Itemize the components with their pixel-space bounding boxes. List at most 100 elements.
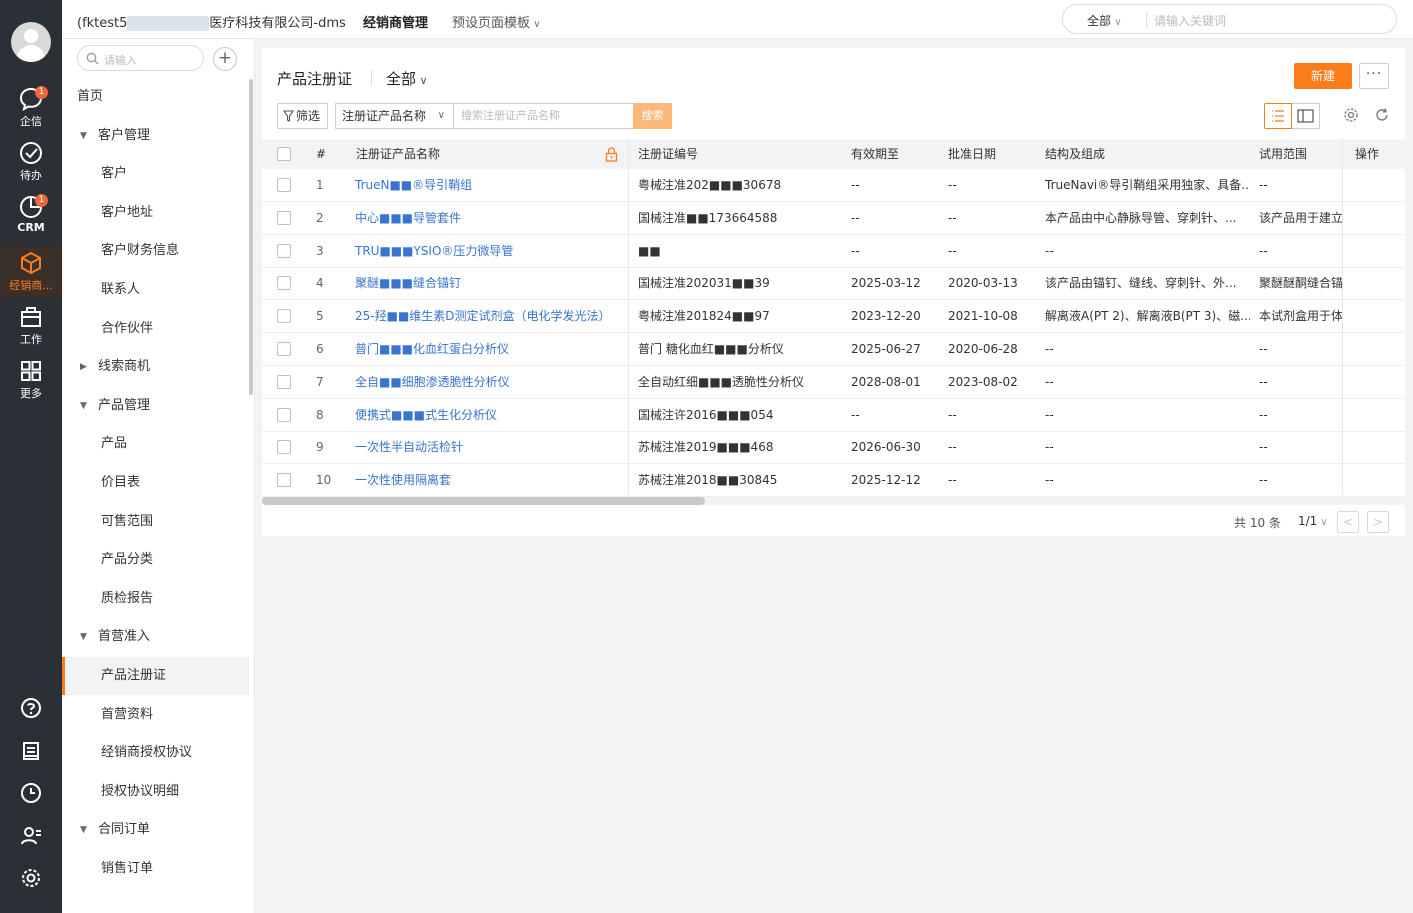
row-checkbox[interactable] [277,276,291,291]
search-input[interactable]: 搜索注册证产品名称 [453,103,634,129]
pager-prev-button[interactable]: < [1337,511,1359,533]
table-row[interactable]: 10 一次性使用隔离套 苏械注准2018■■30845 2025-12-12 -- -- -… [262,464,1405,498]
report-icon[interactable] [0,740,62,765]
row-checkbox[interactable] [277,473,291,488]
nav-page-template[interactable]: 预设页面模板 ∨ [452,12,541,31]
cell-scope: 该产品用于建立... [1259,210,1342,225]
cell-name[interactable]: 聚醚■■■缝合锚钉 [355,267,623,299]
search-scope-select[interactable]: 全部 ∨ [1087,12,1122,29]
table-row[interactable]: 8 便携式■■■式生化分析仪 国械注许2016■■■054 -- -- -- -- [262,399,1405,432]
add-menu-button[interactable]: + [213,47,237,71]
sidebar-item[interactable]: 产品注册证 [62,657,249,695]
horizontal-scrollbar[interactable] [262,497,705,505]
sidebar-item[interactable]: 销售订单 [62,850,249,888]
sidebar-scrollbar[interactable] [249,79,253,395]
column-header-name[interactable]: 注册证产品名称 [356,139,440,169]
column-header-structure[interactable]: 结构及组成 [1045,139,1105,169]
filter-button[interactable]: 筛选 [277,103,328,129]
settings-icon[interactable] [0,867,62,892]
column-header-code[interactable]: 注册证编号 [638,139,698,169]
cell-name[interactable]: 全自■■细胞渗透脆性分析仪 [355,366,623,398]
sidebar-item[interactable]: 首营资料 [62,696,249,734]
cell-name[interactable]: 一次性半自动活检针 [355,431,623,463]
table-row[interactable]: 6 普门■■■化血红蛋白分析仪 普门 糖化血红■■■分析仪 2025-06-27 202… [262,333,1405,366]
sidebar-item[interactable]: 产品 [62,425,249,463]
column-header-valid-until[interactable]: 有效期至 [851,139,899,169]
row-checkbox[interactable] [277,309,291,324]
row-checkbox[interactable] [277,407,291,422]
list-view-button[interactable] [1264,103,1292,129]
sidebar-item[interactable]: 质检报告 [62,580,249,618]
table-row[interactable]: 3 TRU■■■YSIO®压力微导管 ■■ -- -- -- -- [262,235,1405,268]
cell-name[interactable]: 一次性使用隔离套 [355,464,623,496]
table-row[interactable]: 4 聚醚■■■缝合锚钉 国械注准202031■■39 2025-03-12 2020-0… [262,267,1405,301]
sidebar-item[interactable]: 客户地址 [62,194,249,232]
cell-name[interactable]: TrueN■■®导引鞘组 [355,169,623,201]
row-checkbox[interactable] [277,342,291,356]
contacts-icon[interactable] [0,825,62,850]
clock-icon[interactable] [0,782,62,807]
refresh-icon[interactable] [1374,107,1390,126]
sidebar-item[interactable]: 联系人 [62,271,249,309]
sidebar-item[interactable]: 客户财务信息 [62,232,249,270]
rail-item-todo[interactable]: 待办 [0,140,62,190]
sidebar-item[interactable]: ▶ 线索商机 [62,348,249,386]
nav-dealer-management[interactable]: 经销商管理 [363,12,428,31]
cell-name[interactable]: 便携式■■■式生化分析仪 [355,399,623,431]
pager-next-button[interactable]: > [1367,511,1389,533]
table-row[interactable]: 9 一次性半自动活检针 苏械注准2019■■■468 2026-06-30 -- -- -- [262,431,1405,465]
sidebar-item[interactable]: 首页 [62,78,249,116]
split-view-button[interactable] [1292,103,1320,129]
search-button[interactable]: 搜索 [633,103,672,129]
sidebar-item[interactable]: 价目表 [62,464,249,502]
column-header-approval-date[interactable]: 批准日期 [948,139,996,169]
more-button[interactable]: ··· [1359,63,1389,89]
row-checkbox[interactable] [277,374,291,389]
pager-page-select[interactable]: 1/1 ∨ [1298,514,1328,528]
caret-down-icon[interactable]: ▼ [80,618,87,656]
caret-down-icon[interactable]: ▼ [80,387,87,425]
rail-item-dealer[interactable]: 经销商... [0,246,62,298]
sidebar-item[interactable]: 可售范围 [62,503,249,541]
select-all-checkbox[interactable] [277,147,291,161]
row-checkbox[interactable] [277,210,291,225]
rail-item-more[interactable]: 更多 [0,358,62,408]
help-icon[interactable] [0,697,62,722]
sidebar-item[interactable]: 授权协议明细 [62,773,249,811]
rail-item-qixin[interactable]: 1 企信 [0,86,62,136]
cell-name[interactable]: 普门■■■化血红蛋白分析仪 [355,333,623,365]
row-checkbox[interactable] [277,440,291,455]
row-checkbox[interactable] [277,243,291,258]
cell-structure: -- [1045,374,1054,389]
settings-icon[interactable] [1343,107,1359,126]
cell-name[interactable]: 25-羟■■维生素D测定试剂盒（电化学发光法） [355,300,623,332]
caret-down-icon[interactable]: ▼ [80,117,87,155]
sidebar-item[interactable]: 产品分类 [62,541,249,579]
sidebar-item[interactable]: 合作伙伴 [62,310,249,348]
table-row[interactable]: 5 25-羟■■维生素D测定试剂盒（电化学发光法） 粤械注准201824■■97 20… [262,300,1405,334]
caret-down-icon[interactable]: ▼ [80,811,87,849]
sidebar-search-input[interactable]: 请输入 [77,45,204,71]
search-field-select[interactable]: 注册证产品名称 ∨ [335,103,453,129]
cell-name[interactable]: TRU■■■YSIO®压力微导管 [355,235,623,267]
table-row[interactable]: 7 全自■■细胞渗透脆性分析仪 全自动红细■■■透脆性分析仪 2028-08-01 20… [262,366,1405,399]
sidebar-item[interactable]: ▼ 产品管理 [62,387,249,425]
column-header-scope[interactable]: 试用范围 [1259,139,1307,169]
new-button[interactable]: 新建 [1294,63,1352,89]
scope-select[interactable]: 全部 ∨ [386,68,428,89]
sidebar-item[interactable]: ▼ 客户管理 [62,117,249,155]
avatar[interactable] [11,22,51,62]
table-row[interactable]: 1 TrueN■■®导引鞘组 粤械注准202■■■30678 -- -- TrueNavi… [262,169,1405,202]
cell-name[interactable]: 中心■■■导管套件 [355,202,623,234]
sidebar-item[interactable]: ▼ 首营准入 [62,618,249,656]
rail-item-crm[interactable]: 1 CRM [0,194,62,244]
sidebar-item[interactable]: ▼ 合同订单 [62,811,249,849]
row-checkbox[interactable] [277,178,291,192]
table-row[interactable]: 2 中心■■■导管套件 国械注准■■173664588 -- -- 本产品由中心静脉导管、… [262,202,1405,235]
sidebar-item[interactable]: 经销商授权协议 [62,734,249,772]
rail-item-work[interactable]: 工作 [0,304,62,354]
global-search[interactable]: 全部 ∨ 请输入关键词 [1062,4,1397,34]
sidebar-item[interactable]: 客户 [62,155,249,193]
caret-right-icon[interactable]: ▶ [80,348,87,386]
global-search-input[interactable]: 请输入关键词 [1154,12,1226,29]
